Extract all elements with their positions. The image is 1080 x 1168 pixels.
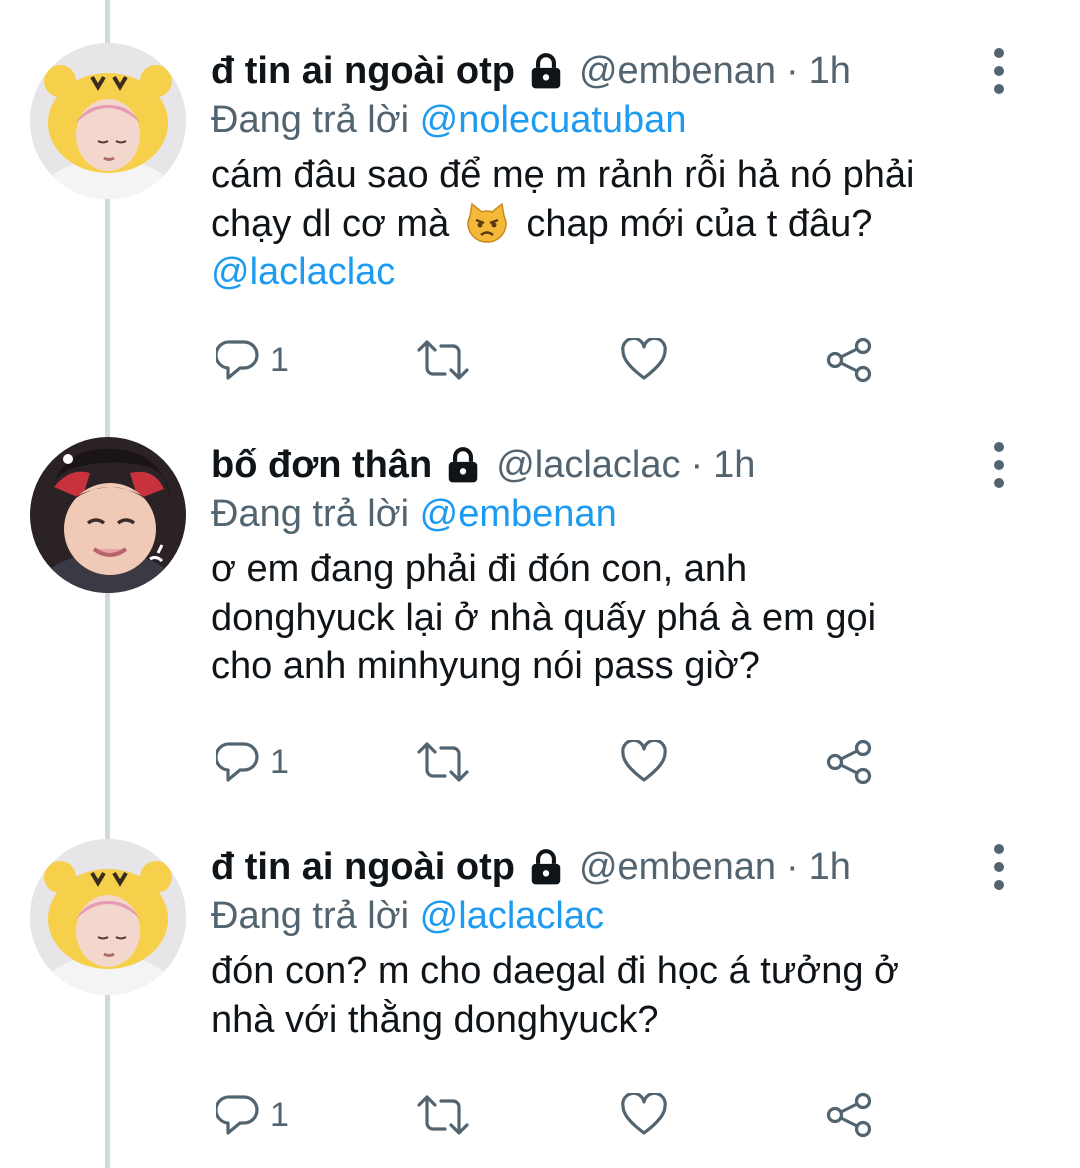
retweet-button[interactable] <box>415 732 471 792</box>
tweet-text-line: ơ em đang phải đi đón con, anh <box>211 548 748 590</box>
tweet-header: bố đơn thân @laclaclac · 1h <box>211 437 755 493</box>
tweet-text: cám đâu sao để mẹ m rảnh rỗi hả nó phải … <box>211 151 1011 297</box>
avatar-image <box>30 43 186 199</box>
handle[interactable]: @laclaclac <box>496 437 680 493</box>
retweet-button[interactable] <box>415 1085 471 1145</box>
heart-icon <box>621 338 667 380</box>
retweet-icon <box>417 340 469 380</box>
tweet-text-line: nhà với thằng donghyuck? <box>211 998 659 1041</box>
replying-to-label: Đang trả lời <box>211 895 410 937</box>
reply-button[interactable]: 1 <box>216 1085 289 1145</box>
avatar-image <box>30 839 186 995</box>
timestamp[interactable]: 1h <box>713 437 755 493</box>
more-options-icon[interactable] <box>988 441 1010 491</box>
tweet-mention[interactable]: @laclaclac <box>211 251 395 293</box>
tweet-text: ơ em đang phải đi đón con, anh donghyuck… <box>211 545 1011 691</box>
avatar[interactable] <box>30 437 186 593</box>
share-icon <box>826 1092 872 1138</box>
replying-to-label: Đang trả lời <box>211 99 410 141</box>
share-icon <box>826 337 872 383</box>
tweet-header: đ tin ai ngoài otp @embenan · 1h <box>211 839 851 895</box>
retweet-icon <box>417 742 469 782</box>
share-button[interactable] <box>825 1085 873 1145</box>
avatar-image <box>30 437 186 593</box>
heart-icon <box>621 740 667 782</box>
timestamp[interactable]: 1h <box>809 839 851 895</box>
replying-to: Đang trả lời @nolecuatuban <box>211 93 686 147</box>
separator-dot: · <box>690 444 704 486</box>
retweet-icon <box>417 1095 469 1135</box>
share-icon <box>826 739 872 785</box>
like-button[interactable] <box>620 1085 668 1145</box>
share-button[interactable] <box>825 732 873 792</box>
more-options-icon[interactable] <box>988 47 1010 97</box>
tweet-actions: 1 <box>211 1085 891 1145</box>
reply-icon <box>216 1095 259 1135</box>
handle[interactable]: @embenan <box>579 839 776 895</box>
replying-to-mention[interactable]: @embenan <box>420 493 617 535</box>
tweet-actions: 1 <box>211 732 891 792</box>
replying-to-mention[interactable]: @nolecuatuban <box>420 99 687 141</box>
display-name[interactable]: đ tin ai ngoài otp <box>211 43 515 99</box>
pouting-cat-emoji <box>467 202 507 243</box>
heart-icon <box>621 1093 667 1135</box>
separator-dot: · <box>786 846 799 888</box>
avatar[interactable] <box>30 43 186 199</box>
tweet-text-line: chạy dl cơ mà chap mới của t đâu? <box>211 200 1011 249</box>
reply-count: 1 <box>270 742 289 781</box>
reply-icon <box>216 340 259 380</box>
tweet-text-segment: chạy dl cơ mà <box>211 202 450 245</box>
replying-to-mention[interactable]: @laclaclac <box>420 895 604 937</box>
tweet-header: đ tin ai ngoài otp @embenan · 1h <box>211 43 851 99</box>
tweet-text-line: cám đâu sao để mẹ m rảnh rỗi hả nó phải <box>211 154 915 196</box>
lock-icon <box>531 849 561 885</box>
replying-to-label: Đang trả lời <box>211 493 410 535</box>
tweet-actions: 1 <box>211 330 891 390</box>
more-options-icon[interactable] <box>988 843 1010 893</box>
replying-to: Đang trả lời @laclaclac <box>211 889 604 943</box>
lock-icon <box>531 53 561 89</box>
timestamp[interactable]: 1h <box>809 43 851 99</box>
share-button[interactable] <box>825 330 873 390</box>
replying-to: Đang trả lời @embenan <box>211 487 617 541</box>
reply-button[interactable]: 1 <box>216 330 289 390</box>
reply-icon <box>216 742 259 782</box>
display-name[interactable]: đ tin ai ngoài otp <box>211 839 515 895</box>
avatar[interactable] <box>30 839 186 995</box>
conversation-thread: đ tin ai ngoài otp @embenan · 1h Đang tr… <box>0 0 1080 1168</box>
reply-count: 1 <box>270 340 289 379</box>
tweet-text-line: đón con? m cho daegal đi học á tưởng ở <box>211 950 899 992</box>
lock-icon <box>448 447 478 483</box>
like-button[interactable] <box>620 732 668 792</box>
tweet-text-segment: chap mới của t đâu? <box>526 202 873 245</box>
tweet-text-line: cho anh minhyung nói pass giờ? <box>211 645 760 687</box>
like-button[interactable] <box>620 330 668 390</box>
separator-dot: · <box>786 50 799 92</box>
tweet-text: đón con? m cho daegal đi học á tưởng ở n… <box>211 947 1011 1044</box>
reply-button[interactable]: 1 <box>216 732 289 792</box>
handle[interactable]: @embenan <box>579 43 776 99</box>
retweet-button[interactable] <box>415 330 471 390</box>
reply-count: 1 <box>270 1095 289 1134</box>
tweet-text-line: donghyuck lại ở nhà quấy phá à em gọi <box>211 596 877 639</box>
display-name[interactable]: bố đơn thân <box>211 437 432 493</box>
